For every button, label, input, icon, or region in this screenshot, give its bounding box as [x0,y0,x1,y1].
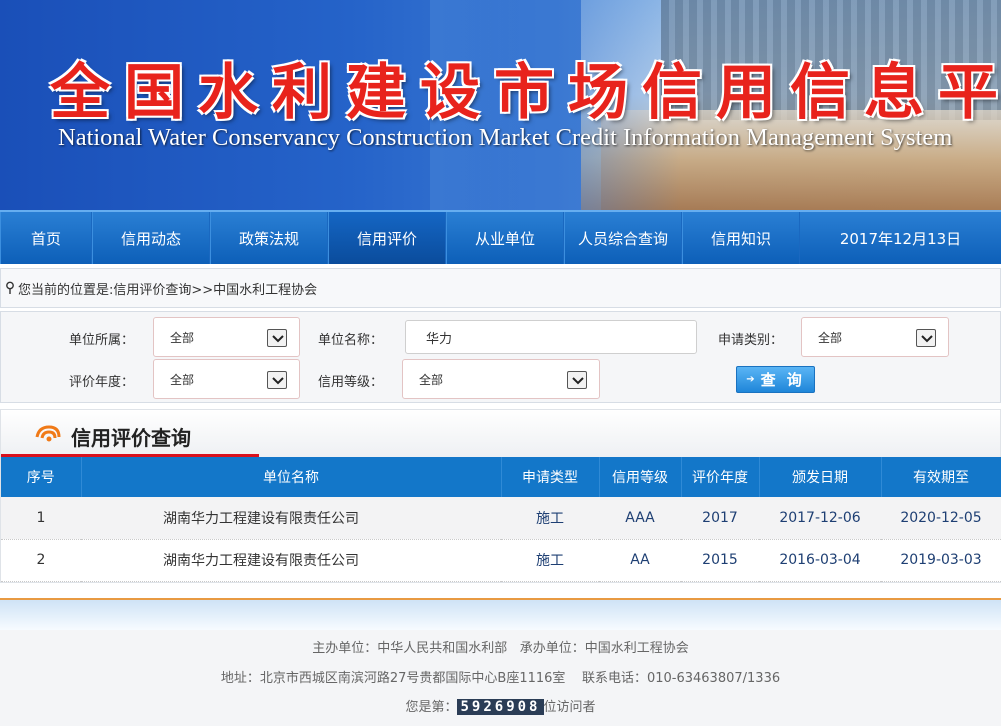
nav-item-policy[interactable]: 政策法规 [210,212,328,264]
chevron-down-icon [267,329,287,347]
footer-contact: 地址：北京市西城区南滨河路27号贵都国际中心B座1116室 联系电话：010-6… [0,667,1001,686]
cell-no: 2 [1,539,81,582]
footer-sponsors: 主办单位：中华人民共和国水利部 承办单位：中国水利工程协会 [0,637,1001,656]
cell-name[interactable]: 湖南华力工程建设有限责任公司 [81,497,501,540]
col-header-valid: 有效期至 [881,457,1001,497]
cell-issued: 2016-03-04 [759,539,881,582]
results-table: 序号 单位名称 申请类型 信用等级 评价年度 颁发日期 有效期至 1 湖南华力工… [0,457,1001,583]
col-header-name: 单位名称 [81,457,502,497]
cell-type: 施工 [501,497,599,540]
footer-visitor: 您是第： 5926908 位访问者 [0,696,1001,715]
eval-year-value: 全部 [170,372,195,387]
unit-name-input[interactable]: 华力 [405,320,697,354]
nav-item-credit-eval[interactable]: 信用评价 [328,212,446,264]
eval-year-select[interactable]: 全部 [153,359,300,399]
cell-level: AA [599,539,681,582]
unit-affiliation-select[interactable]: 全部 [153,317,300,357]
footer-host: 主办单位：中华人民共和国水利部 [312,641,508,656]
site-banner: 全国水利建设市场信用信息平台 National Water Conservanc… [0,0,1001,210]
visitor-counter: 5926908 [457,699,544,715]
credit-level-select[interactable]: 全部 [402,359,600,399]
credit-level-value: 全部 [419,372,444,387]
location-pin-icon [6,281,14,294]
table-row[interactable]: 2 湖南华力工程建设有限责任公司 施工 AA 2015 2016-03-04 2… [1,539,1001,582]
section-logo-icon [35,425,61,442]
cell-year: 2017 [681,497,759,540]
cell-level: AAA [599,497,681,540]
chevron-down-icon [267,371,287,389]
col-header-type: 申请类型 [501,457,600,497]
col-header-level: 信用等级 [599,457,682,497]
arrow-right-icon: ➔ [746,374,755,385]
col-header-no: 序号 [1,457,82,497]
cell-valid: 2020-12-05 [881,497,1001,540]
chevron-down-icon [567,371,587,389]
cell-year: 2015 [681,539,759,582]
unit-name-label: 单位名称： [318,333,384,348]
eval-year-label: 评价年度： [69,375,135,390]
unit-affiliation-label: 单位所属： [69,333,135,348]
current-date: 2017年12月13日 [839,229,962,248]
site-title-cn: 全国水利建设市场信用信息平台 [50,58,1001,128]
col-header-issued: 颁发日期 [759,457,882,497]
breadcrumb: 您当前的位置是:信用评价查询>>中国水利工程协会 [0,268,1001,308]
nav-item-personnel[interactable]: 人员综合查询 [564,212,682,264]
table-header-row: 序号 单位名称 申请类型 信用等级 评价年度 颁发日期 有效期至 [1,457,1001,497]
unit-name-value: 华力 [426,331,453,347]
footer-band [0,598,1001,630]
apply-type-value: 全部 [818,330,843,345]
footer-address: 地址：北京市西城区南滨河路27号贵都国际中心B座1116室 [220,671,566,686]
breadcrumb-text: 您当前的位置是:信用评价查询>>中国水利工程协会 [18,282,318,298]
unit-affiliation-value: 全部 [170,330,195,345]
nav-item-credit-knowledge[interactable]: 信用知识 [682,212,800,264]
chevron-down-icon [916,329,936,347]
credit-level-label: 信用等级： [318,375,384,390]
nav-item-credit-news[interactable]: 信用动态 [92,212,210,264]
visitor-suffix: 位访问者 [543,700,596,715]
search-form: 单位所属： 全部 单位名称： 华力 申请类别： 全部 评价年度： 全部 信用等级… [0,311,1001,403]
apply-type-select[interactable]: 全部 [801,317,949,357]
cell-valid: 2019-03-03 [881,539,1001,582]
col-header-year: 评价年度 [681,457,760,497]
apply-type-label: 申请类别： [718,333,784,348]
site-title-en: National Water Conservancy Construction … [58,124,953,151]
footer-organizer: 承办单位：中国水利工程协会 [519,641,689,656]
search-button-label: 查 询 [760,371,805,389]
footer-phone: 联系电话：010-63463807/1336 [581,671,781,686]
section-title: 信用评价查询 [71,426,191,450]
page-footer: 主办单位：中华人民共和国水利部 承办单位：中国水利工程协会 地址：北京市西城区南… [0,630,1001,726]
cell-type: 施工 [501,539,599,582]
cell-name[interactable]: 湖南华力工程建设有限责任公司 [81,539,501,582]
main-nav: 首页 信用动态 政策法规 信用评价 从业单位 人员综合查询 信用知识 2017年… [0,210,1001,264]
cell-no: 1 [1,497,81,540]
section-header: 信用评价查询 [0,409,1001,457]
visitor-prefix: 您是第： [405,700,458,715]
table-row[interactable]: 1 湖南华力工程建设有限责任公司 施工 AAA 2017 2017-12-06 … [1,497,1001,540]
nav-item-units[interactable]: 从业单位 [446,212,564,264]
nav-item-home[interactable]: 首页 [0,212,92,264]
cell-issued: 2017-12-06 [759,497,881,540]
search-button[interactable]: ➔ 查 询 [736,366,815,393]
